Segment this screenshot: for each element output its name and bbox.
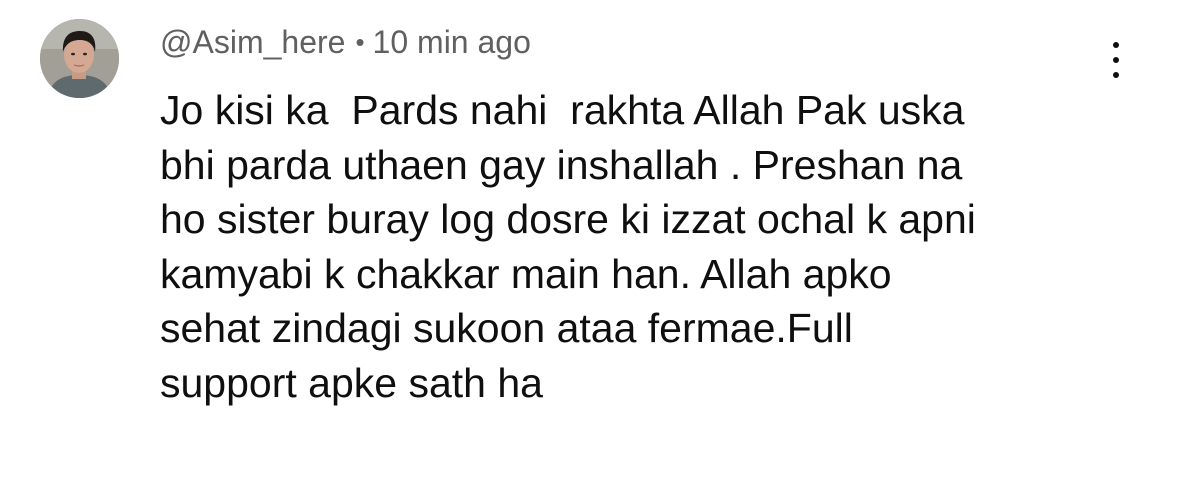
comment-author[interactable]: @Asim_here: [160, 24, 345, 60]
more-options-button[interactable]: [1096, 36, 1136, 86]
comment-text: Jo kisi ka Pards nahi rakhta Allah Pak u…: [160, 87, 976, 406]
comment-thread: @Asim_here • 10 min ago Jo kisi ka Pards n…: [0, 0, 1188, 500]
more-vertical-icon: [1113, 42, 1119, 48]
more-vertical-icon: [1113, 57, 1119, 63]
comment-meta: @Asim_here • 10 min ago: [160, 22, 531, 62]
user-avatar-icon: [40, 19, 119, 98]
more-vertical-icon: [1113, 72, 1119, 78]
meta-separator: •: [355, 27, 365, 57]
avatar[interactable]: [40, 19, 119, 98]
comment-timestamp[interactable]: 10 min ago: [373, 24, 531, 60]
